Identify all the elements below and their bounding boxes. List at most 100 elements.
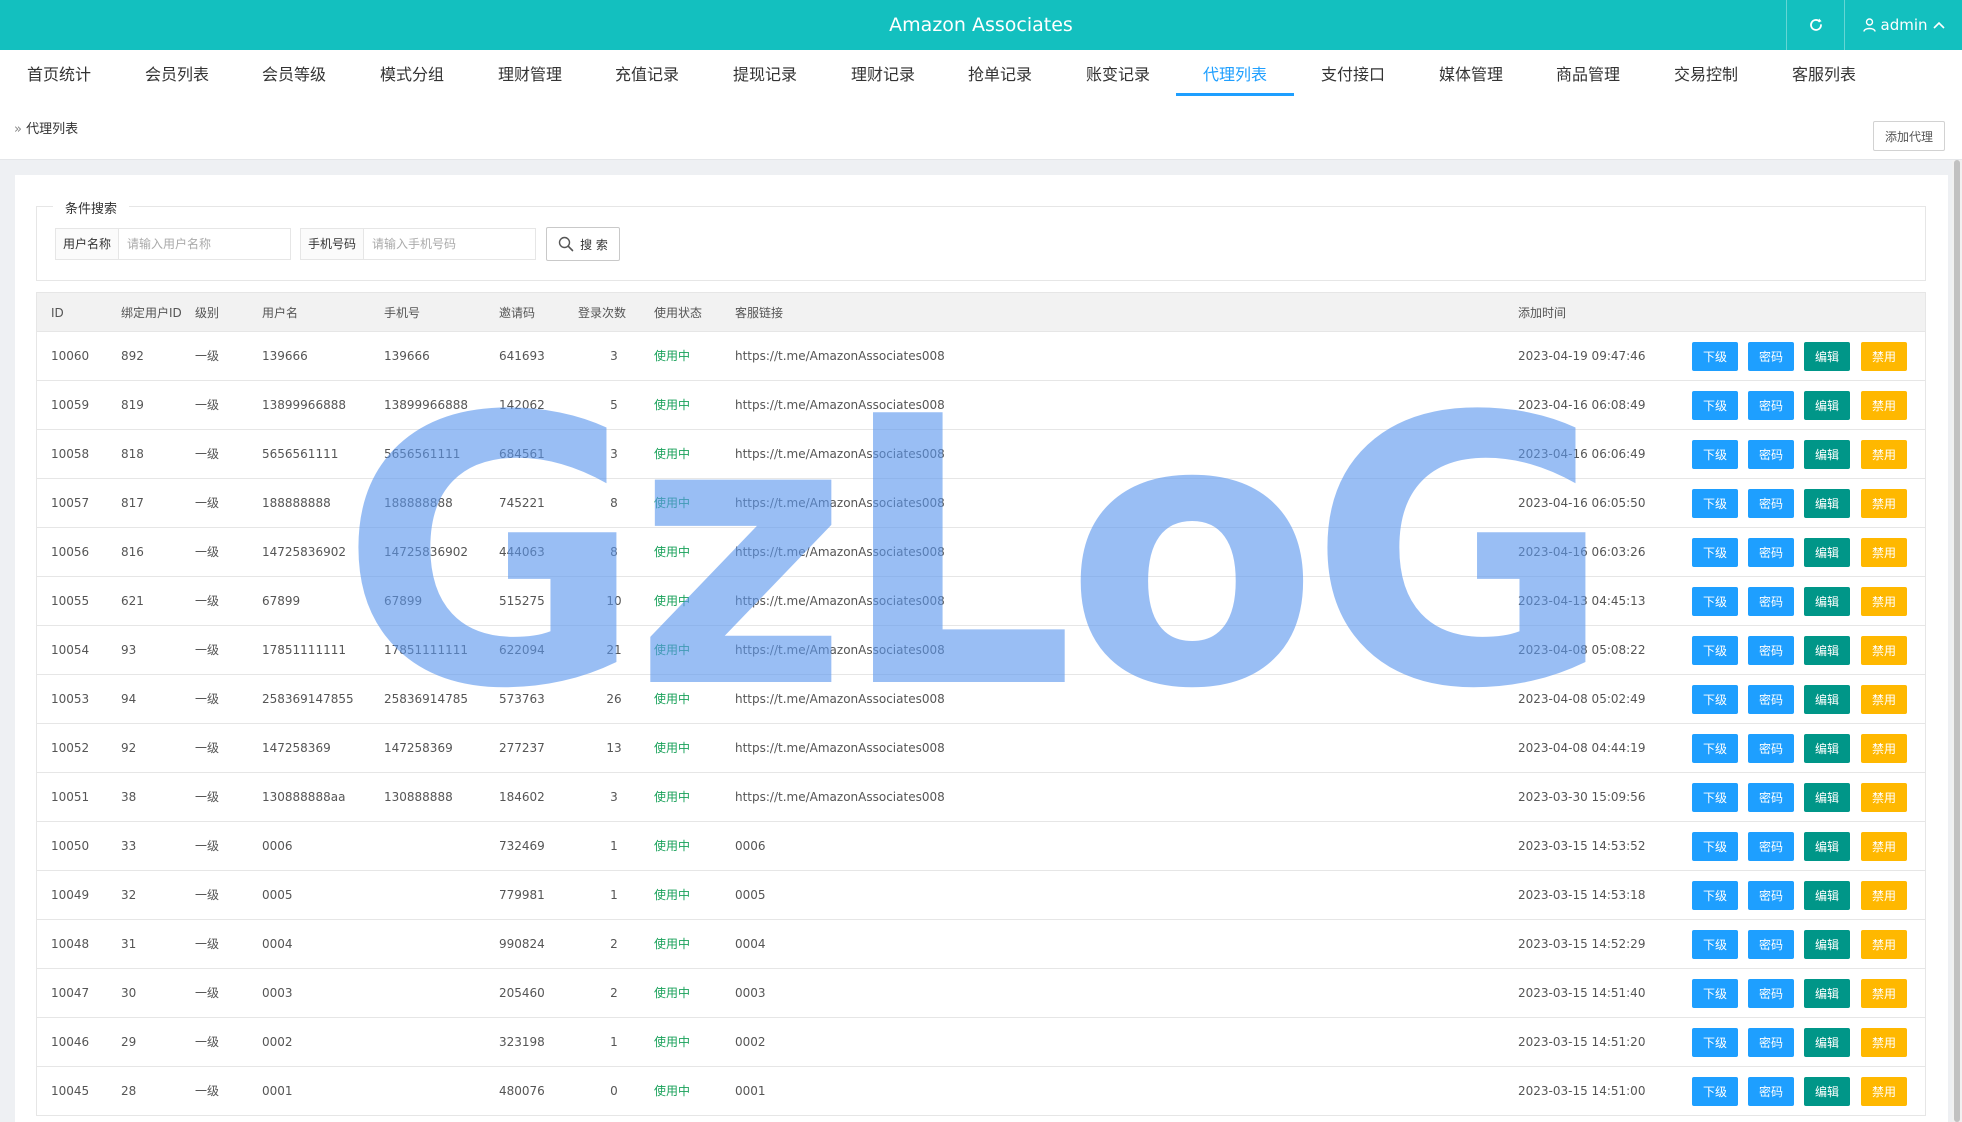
disable-button[interactable]: 禁用 [1861, 440, 1907, 469]
nav-tab[interactable]: 提现记录 [706, 50, 824, 96]
subordinate-button[interactable]: 下级 [1692, 979, 1738, 1008]
username-input[interactable] [119, 229, 290, 259]
edit-button[interactable]: 编辑 [1804, 783, 1850, 812]
password-button[interactable]: 密码 [1748, 342, 1794, 371]
disable-button[interactable]: 禁用 [1861, 734, 1907, 763]
password-button[interactable]: 密码 [1748, 783, 1794, 812]
nav-tab[interactable]: 客服列表 [1765, 50, 1883, 96]
table-cell[interactable]: 0003 [735, 969, 766, 1018]
nav-tab[interactable]: 代理列表 [1176, 50, 1294, 96]
disable-button[interactable]: 禁用 [1861, 587, 1907, 616]
edit-button[interactable]: 编辑 [1804, 1028, 1850, 1057]
table-cell[interactable]: https://t.me/AmazonAssociates008 [735, 675, 945, 724]
subordinate-button[interactable]: 下级 [1692, 685, 1738, 714]
table-cell[interactable]: https://t.me/AmazonAssociates008 [735, 332, 945, 381]
password-button[interactable]: 密码 [1748, 391, 1794, 420]
subordinate-button[interactable]: 下级 [1692, 783, 1738, 812]
refresh-button[interactable] [1786, 0, 1844, 50]
nav-tab[interactable]: 账变记录 [1059, 50, 1177, 96]
subordinate-button[interactable]: 下级 [1692, 489, 1738, 518]
password-button[interactable]: 密码 [1748, 832, 1794, 861]
nav-tab[interactable]: 媒体管理 [1412, 50, 1530, 96]
edit-button[interactable]: 编辑 [1804, 1077, 1850, 1106]
subordinate-button[interactable]: 下级 [1692, 734, 1738, 763]
table-cell[interactable]: https://t.me/AmazonAssociates008 [735, 773, 945, 822]
table-cell[interactable]: 0002 [735, 1018, 766, 1067]
user-menu[interactable]: admin [1844, 0, 1962, 50]
nav-tab[interactable]: 商品管理 [1529, 50, 1647, 96]
subordinate-button[interactable]: 下级 [1692, 538, 1738, 567]
table-cell[interactable]: 0004 [735, 920, 766, 969]
page-scrollbar[interactable] [1952, 160, 1962, 1122]
nav-tab[interactable]: 会员列表 [118, 50, 236, 96]
table-cell[interactable]: https://t.me/AmazonAssociates008 [735, 577, 945, 626]
nav-tab[interactable]: 理财记录 [824, 50, 942, 96]
nav-tab[interactable]: 理财管理 [471, 50, 589, 96]
edit-button[interactable]: 编辑 [1804, 881, 1850, 910]
disable-button[interactable]: 禁用 [1861, 979, 1907, 1008]
nav-tab[interactable]: 模式分组 [353, 50, 471, 96]
edit-button[interactable]: 编辑 [1804, 587, 1850, 616]
disable-button[interactable]: 禁用 [1861, 636, 1907, 665]
edit-button[interactable]: 编辑 [1804, 636, 1850, 665]
subordinate-button[interactable]: 下级 [1692, 391, 1738, 420]
table-cell[interactable]: 0006 [735, 822, 766, 871]
subordinate-button[interactable]: 下级 [1692, 1077, 1738, 1106]
table-cell[interactable]: https://t.me/AmazonAssociates008 [735, 479, 945, 528]
disable-button[interactable]: 禁用 [1861, 881, 1907, 910]
table-cell[interactable]: 0005 [735, 871, 766, 920]
password-button[interactable]: 密码 [1748, 930, 1794, 959]
subordinate-button[interactable]: 下级 [1692, 930, 1738, 959]
subordinate-button[interactable]: 下级 [1692, 1028, 1738, 1057]
table-cell[interactable]: https://t.me/AmazonAssociates008 [735, 430, 945, 479]
disable-button[interactable]: 禁用 [1861, 391, 1907, 420]
edit-button[interactable]: 编辑 [1804, 538, 1850, 567]
edit-button[interactable]: 编辑 [1804, 832, 1850, 861]
password-button[interactable]: 密码 [1748, 489, 1794, 518]
disable-button[interactable]: 禁用 [1861, 685, 1907, 714]
password-button[interactable]: 密码 [1748, 979, 1794, 1008]
password-button[interactable]: 密码 [1748, 881, 1794, 910]
scrollbar-thumb[interactable] [1954, 160, 1960, 1122]
disable-button[interactable]: 禁用 [1861, 783, 1907, 812]
password-button[interactable]: 密码 [1748, 538, 1794, 567]
table-cell[interactable]: https://t.me/AmazonAssociates008 [735, 724, 945, 773]
password-button[interactable]: 密码 [1748, 1077, 1794, 1106]
password-button[interactable]: 密码 [1748, 440, 1794, 469]
table-cell[interactable]: https://t.me/AmazonAssociates008 [735, 528, 945, 577]
password-button[interactable]: 密码 [1748, 734, 1794, 763]
nav-tab[interactable]: 首页统计 [0, 50, 118, 96]
password-button[interactable]: 密码 [1748, 1028, 1794, 1057]
edit-button[interactable]: 编辑 [1804, 489, 1850, 518]
edit-button[interactable]: 编辑 [1804, 930, 1850, 959]
subordinate-button[interactable]: 下级 [1692, 881, 1738, 910]
nav-tab[interactable]: 充值记录 [588, 50, 706, 96]
edit-button[interactable]: 编辑 [1804, 685, 1850, 714]
edit-button[interactable]: 编辑 [1804, 342, 1850, 371]
subordinate-button[interactable]: 下级 [1692, 832, 1738, 861]
nav-tab[interactable]: 会员等级 [235, 50, 353, 96]
password-button[interactable]: 密码 [1748, 587, 1794, 616]
breadcrumb-label[interactable]: 代理列表 [26, 122, 78, 137]
disable-button[interactable]: 禁用 [1861, 489, 1907, 518]
nav-tab[interactable]: 交易控制 [1647, 50, 1765, 96]
nav-tab[interactable]: 抢单记录 [941, 50, 1059, 96]
disable-button[interactable]: 禁用 [1861, 342, 1907, 371]
edit-button[interactable]: 编辑 [1804, 734, 1850, 763]
password-button[interactable]: 密码 [1748, 685, 1794, 714]
disable-button[interactable]: 禁用 [1861, 538, 1907, 567]
nav-tab[interactable]: 支付接口 [1294, 50, 1412, 96]
table-cell[interactable]: https://t.me/AmazonAssociates008 [735, 381, 945, 430]
disable-button[interactable]: 禁用 [1861, 1077, 1907, 1106]
disable-button[interactable]: 禁用 [1861, 930, 1907, 959]
edit-button[interactable]: 编辑 [1804, 391, 1850, 420]
subordinate-button[interactable]: 下级 [1692, 342, 1738, 371]
table-cell[interactable]: 0001 [735, 1067, 766, 1116]
phone-input[interactable] [364, 229, 535, 259]
add-agent-button[interactable]: 添加代理 [1873, 121, 1945, 151]
disable-button[interactable]: 禁用 [1861, 832, 1907, 861]
disable-button[interactable]: 禁用 [1861, 1028, 1907, 1057]
subordinate-button[interactable]: 下级 [1692, 587, 1738, 616]
edit-button[interactable]: 编辑 [1804, 440, 1850, 469]
table-cell[interactable]: https://t.me/AmazonAssociates008 [735, 626, 945, 675]
